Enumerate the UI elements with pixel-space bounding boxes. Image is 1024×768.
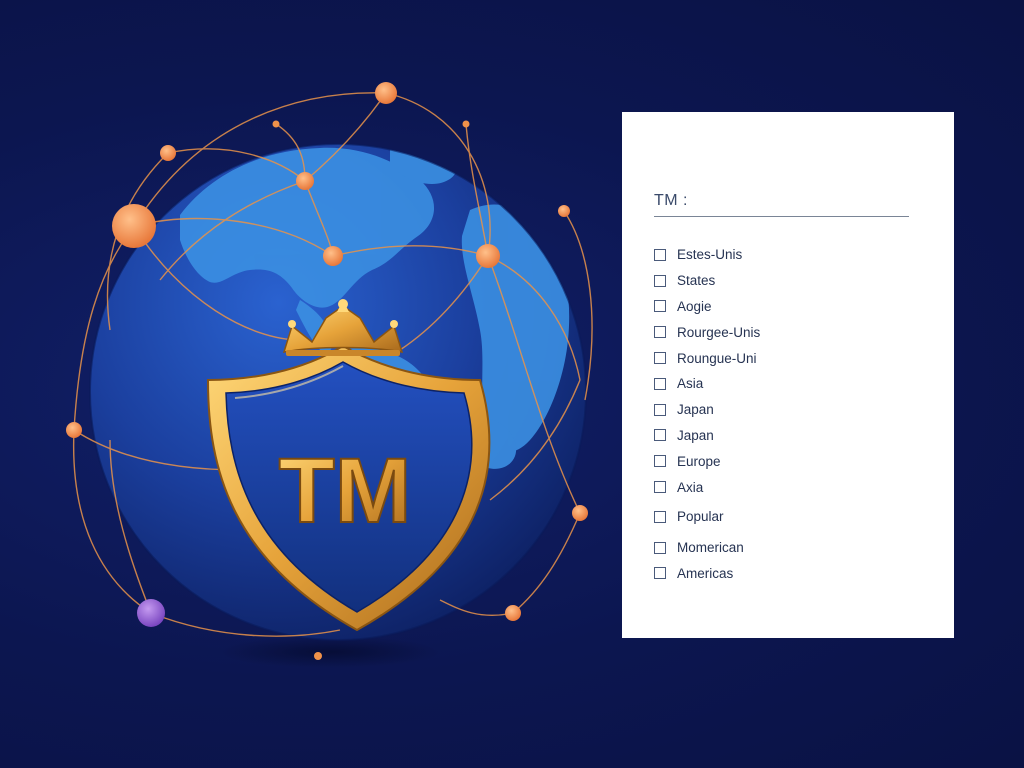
- network-node-icon: [505, 605, 521, 621]
- option-item[interactable]: Asia: [654, 371, 760, 397]
- network-node-icon: [160, 145, 176, 161]
- trademark-text: TM: [279, 440, 412, 542]
- network-node-icon: [137, 599, 165, 627]
- network-node-icon: [314, 652, 322, 660]
- checkbox-icon[interactable]: [654, 300, 666, 313]
- checkbox-icon[interactable]: [654, 377, 666, 390]
- network-node-icon: [296, 172, 314, 190]
- network-node-icon: [462, 120, 470, 128]
- network-node-icon: [476, 244, 500, 268]
- option-item[interactable]: Japan: [654, 397, 760, 423]
- option-item[interactable]: Popular: [654, 504, 760, 530]
- network-node-icon: [323, 246, 343, 266]
- option-item[interactable]: Momerican: [654, 535, 760, 561]
- option-item[interactable]: Japan: [654, 423, 760, 449]
- network-node-icon: [572, 505, 588, 521]
- option-item[interactable]: Roungue-Uni: [654, 345, 760, 371]
- option-label: Japan: [677, 427, 714, 443]
- option-label: Americas: [677, 565, 734, 581]
- option-item[interactable]: Estes-Unis: [654, 242, 760, 268]
- network-node-icon: [375, 82, 397, 104]
- network-node-icon: [272, 120, 280, 128]
- checkbox-icon[interactable]: [654, 352, 666, 365]
- panel-title: TM :: [654, 192, 688, 209]
- option-item[interactable]: Axia: [654, 474, 760, 500]
- option-item[interactable]: Europe: [654, 448, 760, 474]
- option-label: Momerican: [677, 540, 744, 556]
- network-node-icon: [66, 422, 82, 438]
- option-item[interactable]: Americas: [654, 561, 760, 587]
- stage: TM TM : Estes-Unis States Aogie Rourgee-…: [0, 0, 1024, 768]
- option-label: Estes-Unis: [677, 247, 743, 263]
- checkbox-icon[interactable]: [654, 403, 666, 416]
- options-panel: TM : Estes-Unis States Aogie Rourgee-Uni…: [622, 112, 954, 638]
- checkbox-icon[interactable]: [654, 510, 666, 523]
- network-node-icon: [558, 205, 570, 217]
- checkbox-icon[interactable]: [654, 274, 666, 287]
- option-list: Estes-Unis States Aogie Rourgee-Unis Rou…: [654, 242, 760, 586]
- checkbox-icon[interactable]: [654, 541, 666, 554]
- option-label: Aogie: [677, 298, 712, 314]
- option-label: Axia: [677, 479, 704, 495]
- option-label: Asia: [677, 376, 704, 392]
- panel-divider: [654, 216, 909, 217]
- option-item[interactable]: Rourgee-Unis: [654, 319, 760, 345]
- option-item[interactable]: States: [654, 268, 760, 294]
- option-label: Popular: [677, 509, 724, 525]
- option-label: Roungue-Uni: [677, 350, 757, 366]
- option-label: Japan: [677, 402, 714, 418]
- option-label: Europe: [677, 453, 721, 469]
- checkbox-icon[interactable]: [654, 481, 666, 494]
- globe-illustration: TM: [66, 82, 593, 668]
- network-node-icon: [112, 204, 156, 248]
- option-item[interactable]: Aogie: [654, 294, 760, 320]
- option-label: States: [677, 273, 716, 289]
- checkbox-icon[interactable]: [654, 248, 666, 261]
- option-label: Rourgee-Unis: [677, 324, 761, 340]
- checkbox-icon[interactable]: [654, 567, 666, 580]
- checkbox-icon[interactable]: [654, 326, 666, 339]
- checkbox-icon[interactable]: [654, 455, 666, 468]
- checkbox-icon[interactable]: [654, 429, 666, 442]
